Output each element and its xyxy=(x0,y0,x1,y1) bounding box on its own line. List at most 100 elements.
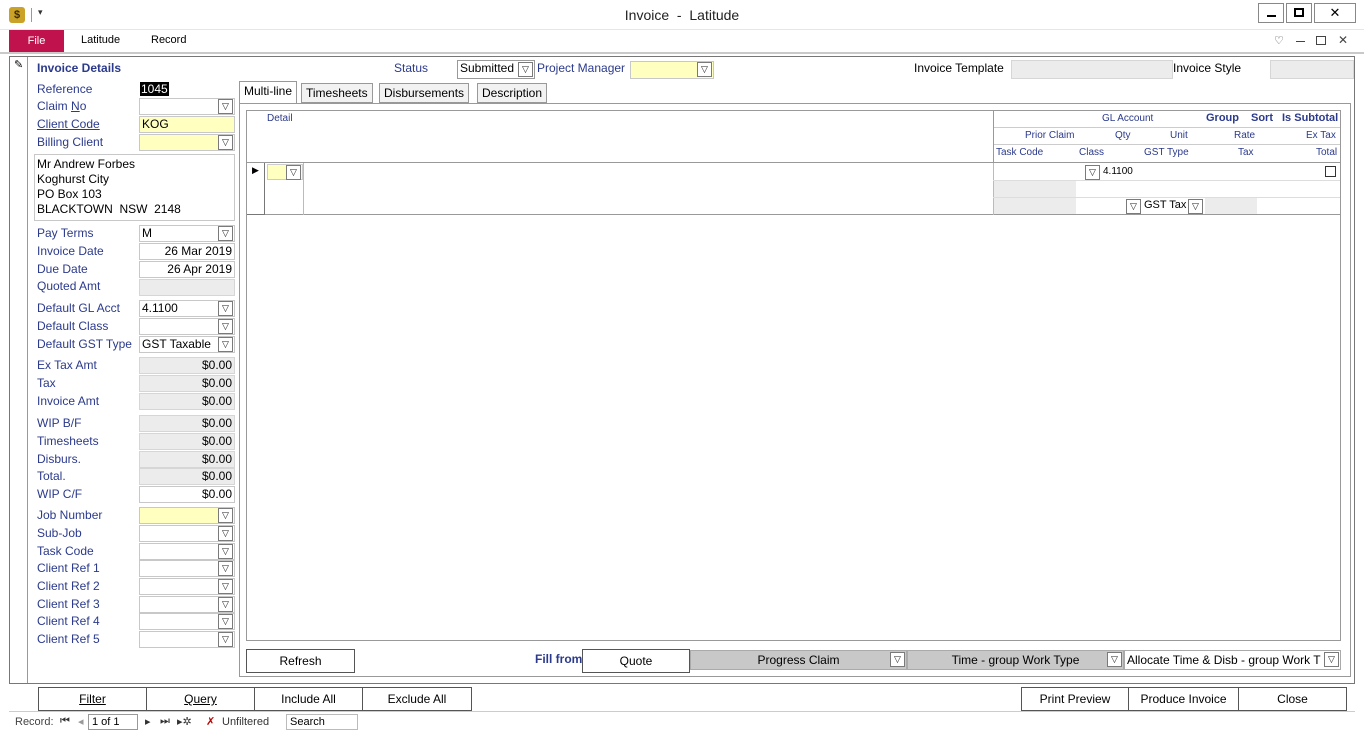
default-gst-dropdown-icon[interactable]: ▽ xyxy=(218,337,233,352)
client-ref-5-label: Client Ref 5 xyxy=(37,632,100,646)
billing-client-dropdown-icon[interactable]: ▽ xyxy=(218,135,233,150)
close-window-button[interactable]: ✕ xyxy=(1314,3,1356,23)
prev-record-icon[interactable]: ◂ xyxy=(78,715,84,728)
doc-close-icon[interactable]: ✕ xyxy=(1338,33,1348,47)
doc-minimize-icon[interactable] xyxy=(1296,41,1305,42)
filter-state-icon[interactable]: ✗ xyxy=(206,715,215,728)
record-nav-bar: Record: ⏮ ◂ 1 of 1 ▸ ⏭ ▸✲ ✗ Unfiltered S… xyxy=(9,711,1355,732)
ribbon-tab-record[interactable]: Record xyxy=(151,34,186,46)
record-selector[interactable]: ✎ xyxy=(10,57,28,683)
client-ref-4-label: Client Ref 4 xyxy=(37,614,100,628)
search-input[interactable]: Search xyxy=(286,714,358,730)
client-ref-2-dropdown-icon[interactable]: ▽ xyxy=(218,579,233,594)
wip-bf-field: $0.00 xyxy=(139,415,235,432)
client-ref-3-label: Client Ref 3 xyxy=(37,597,100,611)
project-manager-dropdown-icon[interactable]: ▽ xyxy=(697,62,712,77)
maximize-button[interactable] xyxy=(1286,3,1312,23)
close-icon: ✕ xyxy=(1329,5,1341,20)
col-sort: Sort xyxy=(1251,112,1273,124)
exclude-all-button[interactable]: Exclude All xyxy=(362,687,472,711)
sub-job-dropdown-icon[interactable]: ▽ xyxy=(218,526,233,541)
fill-from-label: Fill from xyxy=(535,652,583,666)
produce-invoice-button[interactable]: Produce Invoice xyxy=(1128,687,1239,711)
close-button[interactable]: Close xyxy=(1238,687,1347,711)
invoice-template-field[interactable] xyxy=(1011,60,1173,79)
row-detail-dropdown-icon[interactable]: ▽ xyxy=(286,165,301,180)
default-class-dropdown-icon[interactable]: ▽ xyxy=(218,319,233,334)
quoted-amt-field[interactable] xyxy=(139,279,235,296)
record-number-field[interactable]: 1 of 1 xyxy=(88,714,138,730)
maximize-icon xyxy=(1294,8,1304,17)
tab-description[interactable]: Description xyxy=(477,83,548,103)
row-gst-type-value[interactable]: GST Tax xyxy=(1144,199,1186,211)
pay-terms-dropdown-icon[interactable]: ▽ xyxy=(218,226,233,241)
produce-invoice-label: Produce Invoice xyxy=(1140,692,1227,706)
status-dropdown-icon[interactable]: ▽ xyxy=(518,62,533,77)
tab-disbursements[interactable]: Disbursements xyxy=(379,83,470,103)
row-class-2-dropdown-icon[interactable]: ▽ xyxy=(1126,199,1141,214)
job-number-dropdown-icon[interactable]: ▽ xyxy=(218,508,233,523)
query-button[interactable]: Query xyxy=(146,687,255,711)
minimize-button[interactable] xyxy=(1258,3,1284,23)
first-record-icon[interactable]: ⏮ xyxy=(60,715,70,728)
col-task-code: Task Code xyxy=(996,147,1044,158)
refresh-button[interactable]: Refresh xyxy=(246,649,355,673)
row-gl-value[interactable]: 4.1100 xyxy=(1103,166,1133,177)
new-record-icon[interactable]: ▸✲ xyxy=(177,715,192,728)
client-ref-1-dropdown-icon[interactable]: ▽ xyxy=(218,561,233,576)
claim-no-dropdown-icon[interactable]: ▽ xyxy=(218,99,233,114)
col-ex-tax: Ex Tax xyxy=(1306,130,1336,141)
file-tab[interactable]: File xyxy=(9,30,64,52)
ex-tax-amt-label: Ex Tax Amt xyxy=(37,358,97,372)
tab-timesheets[interactable]: Timesheets xyxy=(301,83,373,103)
billing-address-box[interactable]: Mr Andrew Forbes Koghurst City PO Box 10… xyxy=(34,154,235,221)
close-label: Close xyxy=(1277,692,1308,706)
current-row-icon: ▶ xyxy=(252,165,259,175)
allocate-dropdown-icon[interactable]: ▽ xyxy=(1324,652,1339,667)
row-subtotal-checkbox[interactable] xyxy=(1325,166,1336,177)
col-unit: Unit xyxy=(1170,130,1188,141)
client-ref-5-dropdown-icon[interactable]: ▽ xyxy=(218,632,233,647)
print-preview-button[interactable]: Print Preview xyxy=(1021,687,1129,711)
client-ref-1-label: Client Ref 1 xyxy=(37,561,100,575)
row-class-dropdown-icon[interactable]: ▽ xyxy=(1085,165,1100,180)
col-qty: Qty xyxy=(1115,130,1131,141)
timesheets-label: Timesheets xyxy=(37,434,99,448)
default-gl-dropdown-icon[interactable]: ▽ xyxy=(218,301,233,316)
client-ref-3-dropdown-icon[interactable]: ▽ xyxy=(218,597,233,612)
progress-claim-button[interactable]: Progress Claim xyxy=(690,650,907,670)
reference-field[interactable]: 1045 xyxy=(140,81,234,98)
next-record-icon[interactable]: ▸ xyxy=(145,715,151,728)
filter-state-label[interactable]: Unfiltered xyxy=(222,716,269,728)
disburs-value: $0.00 xyxy=(201,452,232,466)
status-label: Status xyxy=(394,61,429,75)
row-gst-dropdown-icon[interactable]: ▽ xyxy=(1188,199,1203,214)
filter-button[interactable]: Filter xyxy=(38,687,147,711)
client-code-field[interactable]: KOG xyxy=(139,116,235,133)
progress-claim-dropdown-icon[interactable]: ▽ xyxy=(890,652,905,667)
time-group-dropdown-icon[interactable]: ▽ xyxy=(1107,652,1122,667)
invoice-style-field[interactable] xyxy=(1270,60,1354,79)
allocate-button[interactable]: Allocate Time & Disb - group Work T xyxy=(1124,650,1341,670)
pay-terms-value: M xyxy=(142,226,152,240)
reference-value: 1045 xyxy=(140,82,169,96)
client-ref-2-label: Client Ref 2 xyxy=(37,579,100,593)
quoted-amt-label: Quoted Amt xyxy=(37,279,101,293)
quote-button[interactable]: Quote xyxy=(582,649,690,673)
doc-restore-icon[interactable] xyxy=(1316,36,1326,45)
last-record-icon[interactable]: ⏭ xyxy=(160,715,170,728)
tab-multi-line[interactable]: Multi-line xyxy=(239,81,298,104)
due-date-value: 26 Apr 2019 xyxy=(167,262,232,276)
record-label: Record: xyxy=(15,716,54,728)
ribbon-tab-latitude[interactable]: Latitude xyxy=(81,34,120,46)
row-selector[interactable]: ▶ xyxy=(247,163,265,215)
include-all-button[interactable]: Include All xyxy=(254,687,363,711)
task-code-dropdown-icon[interactable]: ▽ xyxy=(218,544,233,559)
col-gl-account: GL Account xyxy=(1102,113,1154,124)
invoice-date-field[interactable]: 26 Mar 2019 xyxy=(139,243,235,260)
ribbon-collapse-icon[interactable]: ♡ xyxy=(1274,34,1284,47)
time-group-button[interactable]: Time - group Work Type xyxy=(907,650,1124,670)
client-code-label-text: Client Code xyxy=(37,117,100,131)
client-ref-4-dropdown-icon[interactable]: ▽ xyxy=(218,614,233,629)
due-date-field[interactable]: 26 Apr 2019 xyxy=(139,261,235,278)
